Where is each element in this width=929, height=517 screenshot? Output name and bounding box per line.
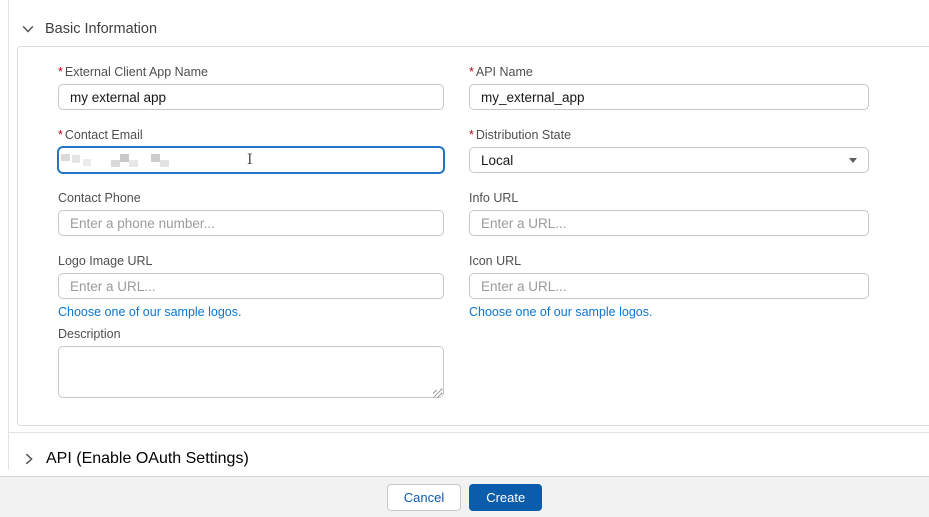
field-contact-email: *Contact Email I bbox=[58, 128, 444, 173]
field-logo-image-url: Logo Image URL Choose one of our sample … bbox=[58, 254, 444, 321]
sample-logos-link[interactable]: Choose one of our sample logos. bbox=[58, 305, 241, 319]
field-label: Distribution State bbox=[476, 128, 571, 142]
cancel-button[interactable]: Cancel bbox=[387, 484, 461, 511]
required-marker: * bbox=[58, 128, 63, 142]
footer-bar: Cancel Create bbox=[0, 476, 929, 517]
contact-email-input[interactable]: I bbox=[58, 147, 444, 173]
external-client-app-name-input[interactable] bbox=[58, 84, 444, 110]
field-icon-url: Icon URL Choose one of our sample logos. bbox=[469, 254, 869, 321]
required-marker: * bbox=[58, 65, 63, 79]
new-external-client-app-form: Basic Information *External Client App N… bbox=[0, 0, 929, 517]
field-label: Contact Email bbox=[65, 128, 143, 142]
field-contact-phone: Contact Phone bbox=[58, 191, 444, 236]
logo-image-url-input[interactable] bbox=[58, 273, 444, 299]
chevron-right-icon bbox=[22, 452, 36, 466]
description-textarea[interactable] bbox=[58, 346, 444, 398]
field-label: API Name bbox=[476, 65, 533, 79]
field-label: Icon URL bbox=[469, 254, 521, 268]
create-button[interactable]: Create bbox=[469, 484, 542, 511]
field-description: Description bbox=[58, 327, 444, 403]
field-external-client-app-name: *External Client App Name bbox=[58, 65, 444, 110]
section-title: Basic Information bbox=[45, 21, 157, 37]
section-title: API (Enable OAuth Settings) bbox=[46, 450, 249, 468]
info-url-input[interactable] bbox=[469, 210, 869, 236]
required-marker: * bbox=[469, 128, 474, 142]
selected-option: Local bbox=[481, 153, 513, 168]
text-cursor-icon: I bbox=[247, 152, 253, 168]
field-label: External Client App Name bbox=[65, 65, 208, 79]
field-info-url: Info URL bbox=[469, 191, 869, 236]
api-name-input[interactable] bbox=[469, 84, 869, 110]
distribution-state-select[interactable]: Local bbox=[469, 147, 869, 173]
form-content: Basic Information *External Client App N… bbox=[9, 0, 929, 486]
required-marker: * bbox=[469, 65, 474, 79]
icon-url-input[interactable] bbox=[469, 273, 869, 299]
field-label: Info URL bbox=[469, 191, 518, 205]
section-toggle-basic-information[interactable]: Basic Information bbox=[21, 21, 929, 37]
contact-phone-input[interactable] bbox=[58, 210, 444, 236]
field-label: Logo Image URL bbox=[58, 254, 153, 268]
sample-logos-link[interactable]: Choose one of our sample logos. bbox=[469, 305, 652, 319]
field-api-name: *API Name bbox=[469, 65, 869, 110]
field-distribution-state: *Distribution State Local bbox=[469, 128, 869, 173]
basic-information-card: *External Client App Name *API Name *Con… bbox=[17, 46, 929, 426]
field-label: Contact Phone bbox=[58, 191, 141, 205]
chevron-down-icon bbox=[21, 22, 35, 36]
chevron-down-icon bbox=[849, 158, 857, 163]
field-label: Description bbox=[58, 327, 121, 341]
